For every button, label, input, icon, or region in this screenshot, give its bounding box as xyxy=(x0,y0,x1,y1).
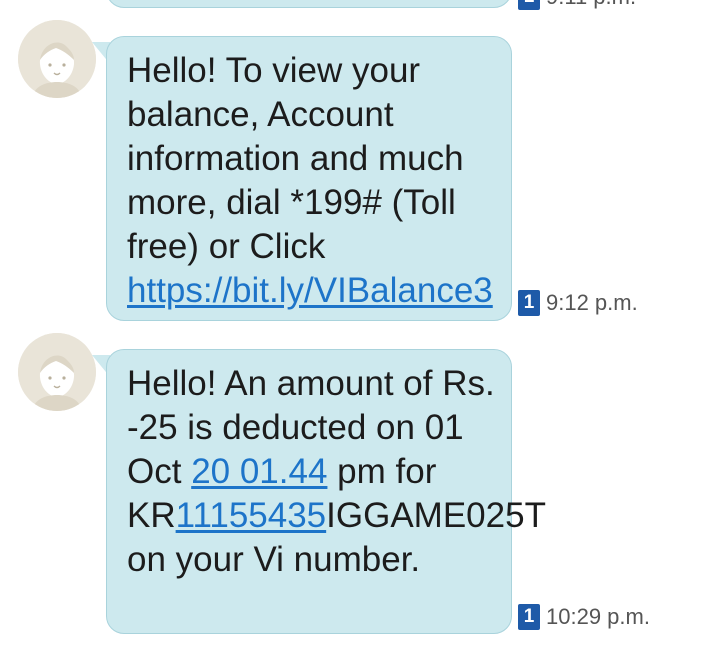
message-text: Hello! To view your balance, Account inf… xyxy=(127,51,464,266)
message-link-number[interactable]: 11155435 xyxy=(176,496,327,535)
previous-message-meta: 1 9:11 p.m. xyxy=(518,0,636,10)
message-bubble[interactable]: Hello! An amount of Rs. -25 is deducted … xyxy=(106,349,545,634)
contact-avatar-icon[interactable] xyxy=(18,20,96,98)
sim-badge-icon: 1 xyxy=(518,604,540,630)
sim-badge-icon: 1 xyxy=(518,0,540,10)
message-thread: 1 9:11 p.m. Hello! To view your balance,… xyxy=(0,0,720,662)
sim-badge-icon: 1 xyxy=(518,290,540,316)
message-link[interactable]: https://bit.ly/VIBalance3 xyxy=(127,271,493,310)
message-bubble[interactable]: Hello! To view your balance, Account inf… xyxy=(106,36,512,321)
message-link-date[interactable]: 20 01.44 xyxy=(191,452,327,491)
message-meta: 1 9:12 p.m. xyxy=(518,290,638,316)
previous-message-bubble[interactable] xyxy=(106,0,512,8)
message-time: 9:11 p.m. xyxy=(546,0,636,10)
message-meta: 1 10:29 p.m. xyxy=(518,604,650,630)
message-time: 9:12 p.m. xyxy=(546,290,638,315)
contact-avatar-icon[interactable] xyxy=(18,333,96,411)
message-time: 10:29 p.m. xyxy=(546,604,650,629)
